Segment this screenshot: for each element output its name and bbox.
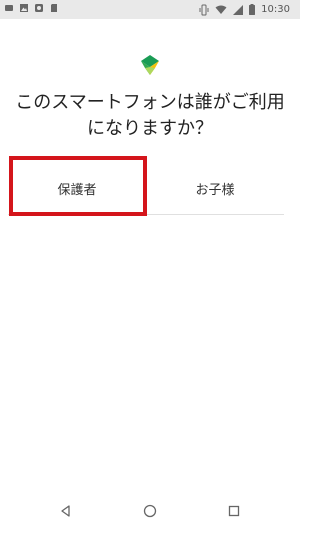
question-line-1: このスマートフォンは誰がご利用 — [15, 92, 285, 113]
back-button[interactable] — [56, 501, 76, 521]
child-option-label: お子様 — [195, 182, 235, 198]
status-left-icons — [4, 3, 59, 13]
app-icon-2 — [35, 4, 43, 12]
image-icon — [20, 4, 28, 12]
question-text: このスマートフォンは誰がご利用 になりますか？ — [0, 90, 300, 142]
recents-button[interactable] — [224, 501, 244, 521]
home-button[interactable] — [140, 501, 160, 521]
user-type-choices: 保護者 お子様 — [8, 160, 284, 216]
app-icon — [5, 5, 13, 11]
recents-icon — [228, 505, 240, 517]
choices-divider — [8, 214, 284, 215]
signal-icon — [233, 4, 244, 15]
navigation-bar — [0, 489, 300, 533]
status-time: 10:30 — [261, 4, 290, 15]
parent-option[interactable]: 保護者 — [8, 160, 146, 216]
screen: 10:30 このスマートフォンは誰がご利用 になりますか？ 保護者 お子様 — [0, 0, 300, 533]
home-icon — [143, 504, 157, 518]
child-option[interactable]: お子様 — [146, 160, 284, 216]
vibrate-icon — [199, 4, 209, 15]
wifi-icon — [215, 5, 227, 14]
status-right-icons: 10:30 — [199, 2, 290, 17]
status-bar: 10:30 — [0, 0, 300, 19]
question-line-2: になりますか？ — [87, 118, 213, 139]
back-icon — [61, 505, 70, 517]
parent-option-label: 保護者 — [57, 182, 97, 198]
google-family-link-logo — [141, 55, 159, 75]
sd-card-icon — [51, 4, 57, 12]
battery-icon — [249, 4, 256, 15]
